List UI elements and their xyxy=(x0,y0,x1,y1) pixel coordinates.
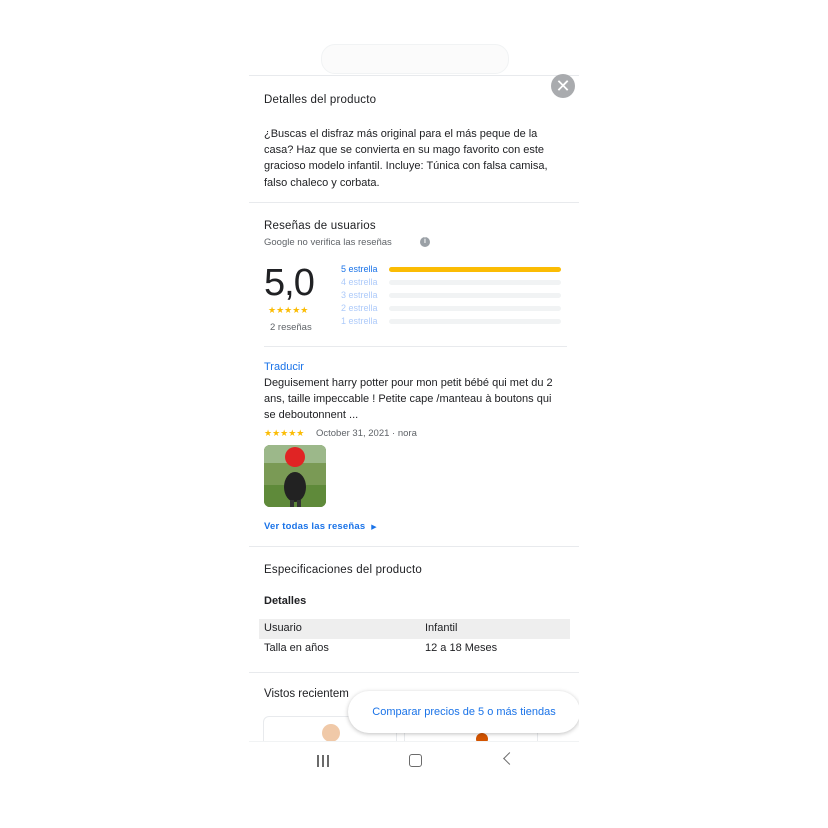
specs-title: Especificaciones del producto xyxy=(264,564,422,576)
reviews-disclaimer: Google no verifica las reseñas xyxy=(264,237,392,248)
system-navbar xyxy=(249,741,579,780)
rating-bar-label: 5 estrella xyxy=(341,264,378,274)
spec-value: 12 a 18 Meses xyxy=(425,642,498,654)
divider xyxy=(264,346,567,347)
average-rating: 5,0 xyxy=(264,262,315,304)
info-icon[interactable]: i xyxy=(420,237,430,247)
product-description: ¿Buscas el disfraz más original para el … xyxy=(264,128,548,189)
top-divider xyxy=(249,75,579,76)
close-icon[interactable]: ✕ xyxy=(551,74,575,98)
review-count: 2 reseñas xyxy=(270,322,312,333)
review-meta: October 31, 2021 · nora xyxy=(316,428,417,439)
rating-bar-label: 2 estrella xyxy=(341,303,378,313)
chevron-right-icon: ▶ xyxy=(371,524,377,531)
rating-bar-track xyxy=(389,319,561,324)
top-search-pill[interactable] xyxy=(321,44,509,74)
spec-key: Usuario xyxy=(264,622,302,634)
rating-bar-label: 3 estrella xyxy=(341,290,378,300)
review-photo-image xyxy=(264,445,326,507)
compare-prices-button[interactable]: Comparar precios de 5 o más tiendas xyxy=(348,691,579,733)
divider xyxy=(249,546,579,547)
back-icon[interactable] xyxy=(503,752,516,765)
rating-bar-track xyxy=(389,293,561,298)
average-stars: ★★★★★ xyxy=(268,305,309,315)
review-text: Deguisement harry potter pour mon petit … xyxy=(264,377,553,422)
rating-bar-track xyxy=(389,306,561,311)
recents-icon[interactable] xyxy=(317,755,331,767)
spec-row: Usuario Infantil xyxy=(259,619,570,639)
divider xyxy=(249,672,579,673)
spec-key: Talla en años xyxy=(264,642,329,654)
product-details-title: Detalles del producto xyxy=(264,94,377,106)
review-photo[interactable] xyxy=(264,445,326,507)
rating-bar-track xyxy=(389,267,561,272)
reviews-title: Reseñas de usuarios xyxy=(264,220,376,232)
phone-screen: ✕ Detalles del producto ¿Buscas el disfr… xyxy=(249,36,579,780)
see-all-label: Ver todas las reseñas xyxy=(264,521,366,532)
rating-bar-label: 1 estrella xyxy=(341,316,378,326)
translate-link[interactable]: Traducir xyxy=(264,361,304,373)
rating-bar-track xyxy=(389,280,561,285)
rating-bar-label: 4 estrella xyxy=(341,277,378,287)
specs-heading: Detalles xyxy=(264,595,307,607)
spec-row: Talla en años 12 a 18 Meses xyxy=(259,639,570,659)
spec-value: Infantil xyxy=(425,622,458,634)
see-all-reviews-link[interactable]: Ver todas las reseñas ▶ xyxy=(264,521,377,532)
review-stars: ★★★★★ xyxy=(264,428,305,438)
home-icon[interactable] xyxy=(409,754,422,767)
rating-bar-fill xyxy=(389,267,561,272)
top-strip xyxy=(249,36,579,76)
recently-viewed-title: Vistos recientem xyxy=(264,688,349,700)
divider xyxy=(249,202,579,203)
